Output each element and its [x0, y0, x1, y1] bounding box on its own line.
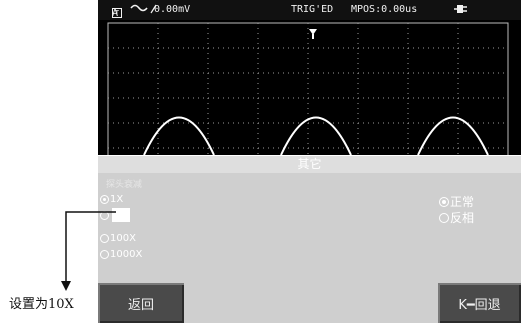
return-softkey[interactable]: K━回退: [438, 283, 521, 323]
plug-icon: [454, 2, 468, 19]
menu-title-text: 其它: [297, 157, 322, 171]
polarity-option-normal[interactable]: 正常: [439, 193, 474, 210]
polarity-option-invert[interactable]: 反相: [439, 209, 474, 226]
return-softkey-label: K━回退: [458, 297, 501, 313]
radio-selected-icon: [439, 196, 449, 207]
annotation-label: 设置为10X: [9, 297, 74, 312]
trigger-status: TRIG'ED: [291, 4, 334, 15]
back-softkey-label: 返回: [127, 297, 154, 313]
menu-title: 其它: [98, 155, 521, 173]
status-bar: TA 0.00mV TRIG'ED MPOS:0.00us: [98, 0, 521, 20]
mpos-readout: MPOS:0.00us: [351, 4, 418, 15]
graticule-waveform: [107, 22, 509, 159]
oscilloscope-display: TA 0.00mV TRIG'ED MPOS:0.00us 其它 探头衰减 1X…: [98, 0, 521, 323]
voltage-readout: 0.00mV: [154, 4, 191, 15]
menu-panel: 其它 探头衰减 1X 100X 1000X 正常 反相 返回 K━回退: [98, 155, 521, 323]
waveform-screen: [98, 20, 521, 159]
waveform-trace: [143, 116, 489, 156]
annotation-arrow: [61, 211, 116, 291]
radio-empty-icon: [439, 212, 449, 223]
